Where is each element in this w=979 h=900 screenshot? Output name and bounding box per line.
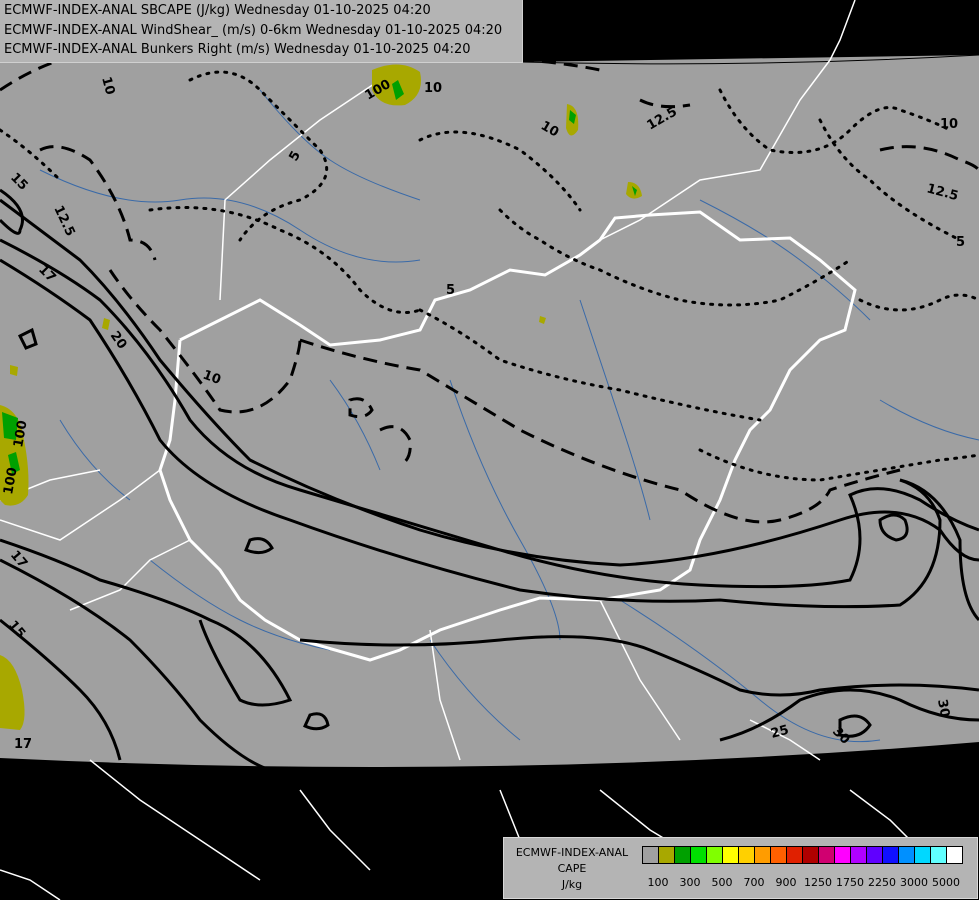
legend-swatch	[898, 846, 915, 864]
legend-swatch	[706, 846, 723, 864]
bunkers-label: 10	[424, 81, 442, 96]
legend-swatch	[642, 846, 659, 864]
legend-title-line: CAPE	[557, 862, 587, 875]
legend-swatch	[834, 846, 851, 864]
title-sbcape: ECMWF-INDEX-ANAL SBCAPE (J/kg) Wednesday…	[4, 3, 431, 18]
legend-tick-label: 5000	[932, 876, 960, 889]
bunkers-label: 5	[446, 283, 455, 298]
shear-label: 17	[14, 737, 32, 752]
legend-swatch	[930, 846, 947, 864]
data-domain	[0, 0, 979, 767]
legend-swatch	[866, 846, 883, 864]
legend-swatch	[658, 846, 675, 864]
legend-swatch	[786, 846, 803, 864]
domain-edge-top	[522, 0, 979, 62]
bunkers-label: 10	[940, 117, 958, 132]
legend-title-line: J/kg	[561, 878, 583, 891]
legend-swatch	[818, 846, 835, 864]
legend-swatch	[754, 846, 771, 864]
legend-swatch	[738, 846, 755, 864]
map-title-box: ECMWF-INDEX-ANAL SBCAPE (J/kg) Wednesday…	[0, 0, 523, 63]
legend-swatch	[946, 846, 963, 864]
legend-swatch	[914, 846, 931, 864]
legend-swatch	[674, 846, 691, 864]
legend-swatch	[690, 846, 707, 864]
weather-map: 100 100 100 15 17 20 17 15 17 25 30 30 1…	[0, 0, 979, 900]
legend-swatch	[850, 846, 867, 864]
legend-swatch	[770, 846, 787, 864]
legend-title-line: ECMWF-INDEX-ANAL	[515, 846, 629, 859]
shear-label: 30	[934, 698, 952, 718]
legend-swatch	[802, 846, 819, 864]
bunkers-label: 5	[956, 235, 965, 250]
legend-swatch	[722, 846, 739, 864]
legend-swatch	[882, 846, 899, 864]
cape-legend: ECMWF-INDEX-ANAL CAPE J/kg 100 300 500 700 9…	[503, 837, 978, 899]
title-bunkers: ECMWF-INDEX-ANAL Bunkers Right (m/s) Wed…	[4, 42, 471, 57]
title-windshear: ECMWF-INDEX-ANAL WindShear_ (m/s) 0-6km …	[4, 23, 503, 38]
